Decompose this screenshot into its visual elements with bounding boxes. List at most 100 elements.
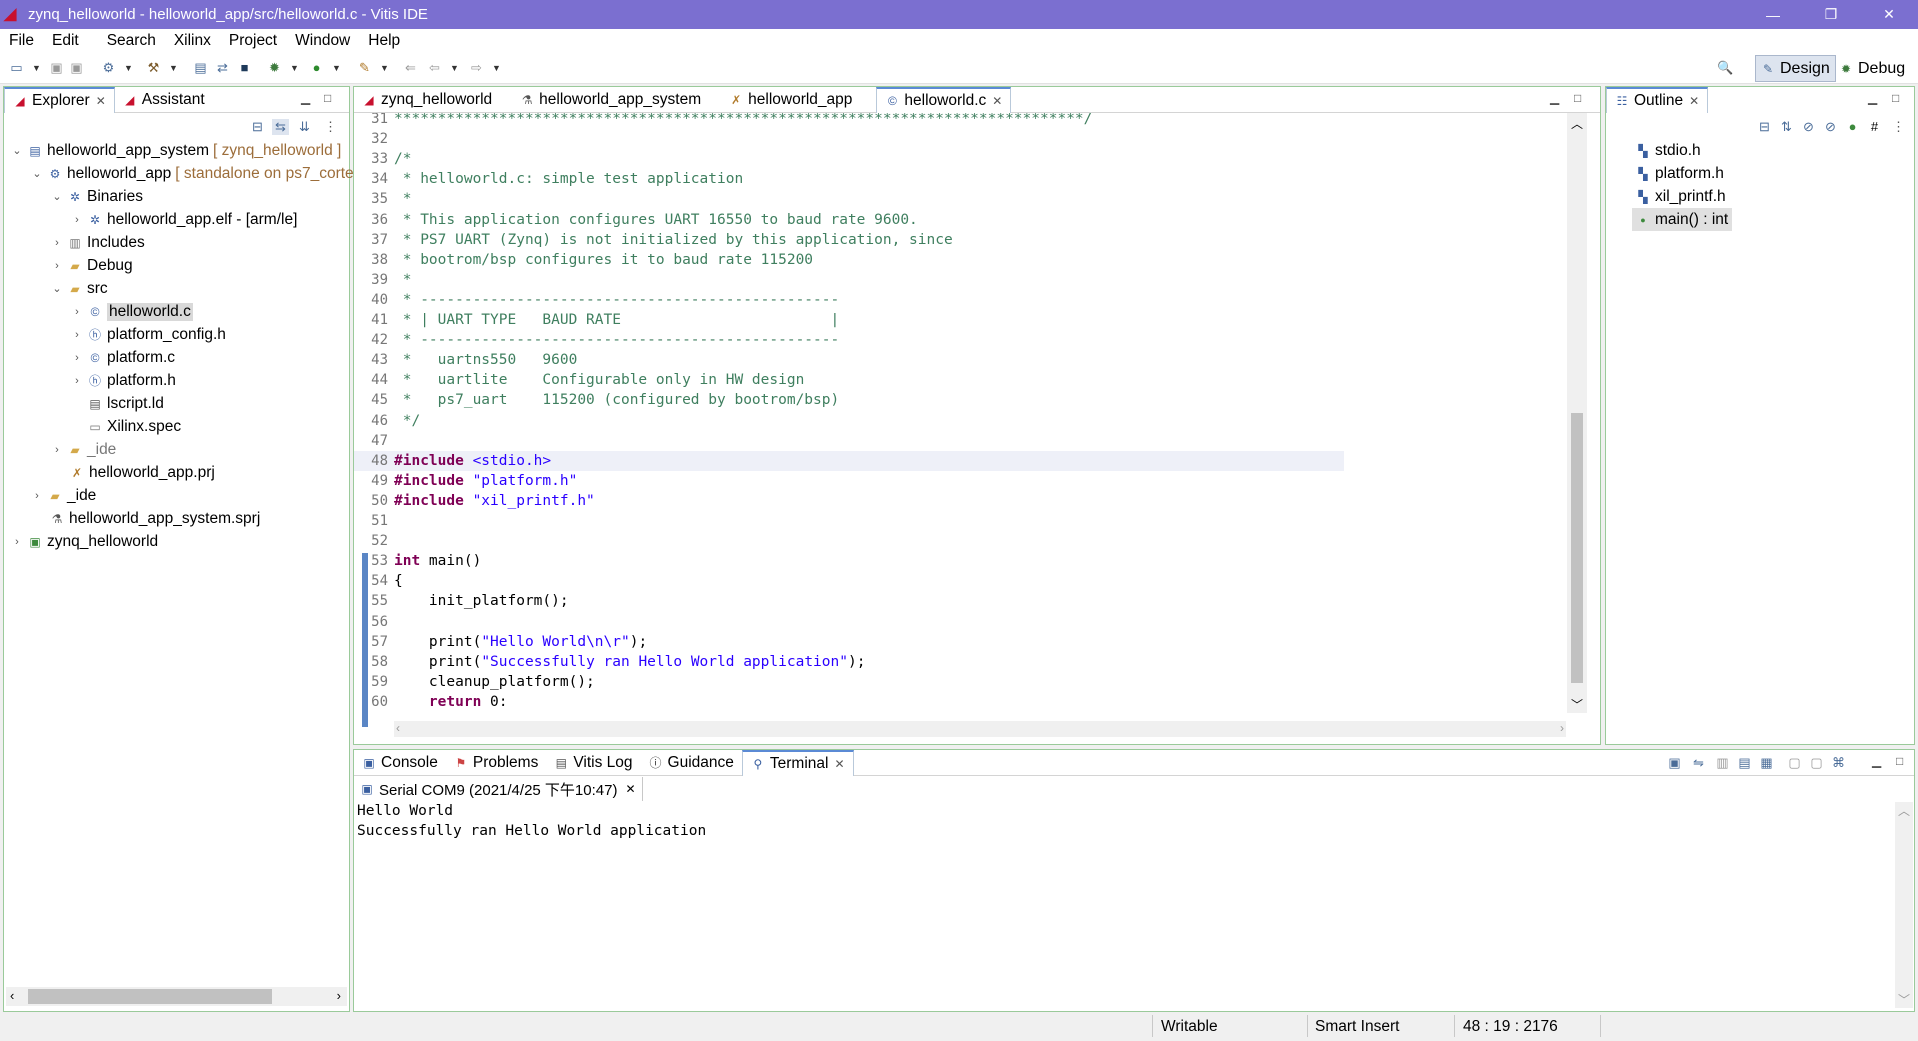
- tree-item-ide-system[interactable]: › ▰ _ide: [30, 484, 96, 507]
- tab-problems[interactable]: ⚑ Problems: [446, 750, 546, 776]
- chevron-right-icon[interactable]: ›: [50, 237, 64, 249]
- code-line[interactable]: 45 * ps7_uart 115200 (configured by boot…: [354, 390, 1344, 410]
- maximize-panel-icon[interactable]: □: [1896, 754, 1903, 768]
- pin-icon[interactable]: ⌘: [1830, 755, 1847, 771]
- chevron-right-icon[interactable]: ›: [70, 306, 84, 318]
- save-all-icon[interactable]: ▣: [68, 60, 85, 76]
- tab-vitis-log[interactable]: ▤ Vitis Log: [546, 750, 640, 776]
- scroll-down-icon[interactable]: ﹀: [1571, 696, 1583, 713]
- maximize-panel-icon[interactable]: □: [1892, 91, 1899, 105]
- collapse-all-icon[interactable]: ⊟: [249, 119, 266, 135]
- scroll-left-icon[interactable]: ‹: [396, 721, 400, 735]
- tools-dropdown-icon[interactable]: ▼: [376, 60, 393, 76]
- menu-search[interactable]: Search: [98, 32, 165, 50]
- code-line[interactable]: 33 /*: [354, 149, 1344, 169]
- code-line[interactable]: 55 init_platform();: [354, 591, 1344, 611]
- code-line[interactable]: 31 **************************************…: [354, 113, 1344, 129]
- tree-item-ide[interactable]: › ▰ _ide: [50, 438, 116, 461]
- last-edit-icon[interactable]: ⇐: [402, 60, 419, 76]
- close-session-icon[interactable]: ✕: [625, 782, 635, 796]
- view-menu-icon[interactable]: ⋮: [322, 119, 339, 135]
- code-line[interactable]: 54 {: [354, 571, 1344, 591]
- close-tab-icon[interactable]: ✕: [96, 94, 106, 108]
- tree-item-helloworld-c[interactable]: › © helloworld.c: [70, 300, 193, 323]
- sort-icon[interactable]: ⇅: [1778, 119, 1795, 135]
- tab-assistant[interactable]: ◢ Assistant: [115, 87, 213, 113]
- terminal-vscrollbar[interactable]: ︿ ﹀: [1895, 802, 1913, 1008]
- program-fpga-icon[interactable]: ▤: [192, 60, 209, 76]
- debug-icon[interactable]: ✹: [266, 60, 283, 76]
- minimize-button[interactable]: —: [1744, 0, 1802, 29]
- code-line[interactable]: 38 * bootrom/bsp configures it to baud r…: [354, 250, 1344, 270]
- code-line[interactable]: 53 int main(): [354, 551, 1344, 571]
- settings-icon[interactable]: ▦: [1758, 755, 1775, 771]
- code-line[interactable]: 60 return 0;: [354, 692, 1344, 706]
- tab-guidance[interactable]: ⓘ Guidance: [641, 750, 742, 776]
- tree-item-prj[interactable]: ✗ helloworld_app.prj: [70, 461, 215, 484]
- tab-console[interactable]: ▣ Console: [354, 750, 446, 776]
- tools-icon[interactable]: ✎: [356, 60, 373, 76]
- hide-static-icon[interactable]: ⊘: [1822, 119, 1839, 135]
- code-line[interactable]: 39 *: [354, 270, 1344, 290]
- paste-icon[interactable]: ▢: [1808, 755, 1825, 771]
- close-tab-icon[interactable]: ✕: [992, 94, 1002, 108]
- scroll-down-icon[interactable]: ﹀: [1898, 991, 1910, 1008]
- scroll-up-icon[interactable]: ︿: [1898, 802, 1910, 819]
- run-icon[interactable]: ●: [308, 60, 325, 76]
- close-tab-icon[interactable]: ✕: [1689, 94, 1699, 108]
- minimize-panel-icon[interactable]: ▁: [301, 91, 310, 105]
- code-line[interactable]: 42 * -----------------------------------…: [354, 330, 1344, 350]
- copy-icon[interactable]: ▢: [1786, 755, 1803, 771]
- scroll-right-icon[interactable]: ›: [1560, 721, 1564, 735]
- chevron-down-icon[interactable]: ⌄: [10, 144, 24, 157]
- tab-outline[interactable]: ☷ Outline ✕: [1606, 87, 1709, 113]
- chevron-right-icon[interactable]: ›: [70, 329, 84, 341]
- connect-icon[interactable]: ⇋: [1690, 755, 1707, 771]
- outline-item-xil-printf[interactable]: ▚ xil_printf.h: [1636, 185, 1725, 208]
- code-line[interactable]: 34 * helloworld.c: simple test applicati…: [354, 169, 1344, 189]
- tree-item-platform[interactable]: › ▣ zynq_helloworld: [10, 530, 158, 553]
- code-line[interactable]: 40 * -----------------------------------…: [354, 290, 1344, 310]
- collapse-all-icon[interactable]: ⊟: [1756, 119, 1773, 135]
- tree-item-app[interactable]: ⌄ ⚙ helloworld_app[ standalone on ps7_cort…: [30, 162, 404, 185]
- code-line[interactable]: 49 #include "platform.h": [354, 471, 1344, 491]
- tree-item-system[interactable]: ⌄ ▤ helloworld_app_system[ zynq_helloworld…: [10, 139, 341, 162]
- code-line[interactable]: 41 * | UART TYPE BAUD RATE |: [354, 310, 1344, 330]
- minimize-panel-icon[interactable]: ▁: [1868, 91, 1877, 105]
- run-dropdown-icon[interactable]: ▼: [328, 60, 345, 76]
- back-icon[interactable]: ⇦: [426, 60, 443, 76]
- code-line[interactable]: 48 #include <stdio.h>: [354, 450, 1344, 471]
- debug-perspective-button[interactable]: ✹ Debug: [1834, 55, 1910, 82]
- tab-zynq-helloworld[interactable]: ◢ zynq_helloworld: [354, 87, 500, 113]
- code-line[interactable]: 52: [354, 531, 1344, 551]
- tree-item-sprj[interactable]: ⚗ helloworld_app_system.sprj: [50, 507, 261, 530]
- build-dropdown-icon[interactable]: ▼: [120, 60, 137, 76]
- hammer-icon[interactable]: ⚒: [145, 60, 162, 76]
- link-editor-icon[interactable]: ⇆: [272, 119, 289, 135]
- code-line[interactable]: 43 * uartns550 9600: [354, 350, 1344, 370]
- debug-dropdown-icon[interactable]: ▼: [286, 60, 303, 76]
- terminal-session-tab[interactable]: ▣ Serial COM9 (2021/4/25 下午10:47) ✕: [354, 777, 643, 801]
- tree-item-platform-c[interactable]: › © platform.c: [70, 346, 175, 369]
- chevron-right-icon[interactable]: ›: [30, 490, 44, 502]
- menu-file[interactable]: File: [0, 32, 43, 50]
- outline-item-platform[interactable]: ▚ platform.h: [1636, 162, 1724, 185]
- chevron-down-icon[interactable]: ⌄: [30, 167, 44, 180]
- tree-item-includes[interactable]: › ▥ Includes: [50, 231, 145, 254]
- chevron-right-icon[interactable]: ›: [70, 352, 84, 364]
- maximize-panel-icon[interactable]: □: [1574, 91, 1581, 105]
- tab-terminal[interactable]: ⚲ Terminal ✕: [741, 750, 854, 776]
- tab-app[interactable]: ✗ helloworld_app: [721, 87, 860, 113]
- outline-item-main[interactable]: ● main() : int: [1632, 208, 1733, 231]
- chevron-right-icon[interactable]: ›: [70, 214, 84, 226]
- terminal-icon[interactable]: ■: [236, 60, 253, 76]
- tree-item-elf[interactable]: › ✲ helloworld_app.elf - [arm/le]: [70, 208, 297, 231]
- tab-app-system[interactable]: ⚗ helloworld_app_system: [512, 87, 709, 113]
- chevron-right-icon[interactable]: ›: [50, 444, 64, 456]
- tree-item-binaries[interactable]: ⌄ ✲ Binaries: [50, 185, 143, 208]
- menu-window[interactable]: Window: [286, 32, 359, 50]
- build-icon[interactable]: ⚙: [100, 60, 117, 76]
- serial-icon[interactable]: ⇄: [214, 60, 231, 76]
- forward-dropdown-icon[interactable]: ▼: [488, 60, 505, 76]
- editor-vscrollbar[interactable]: ︿ ﹀: [1567, 113, 1587, 713]
